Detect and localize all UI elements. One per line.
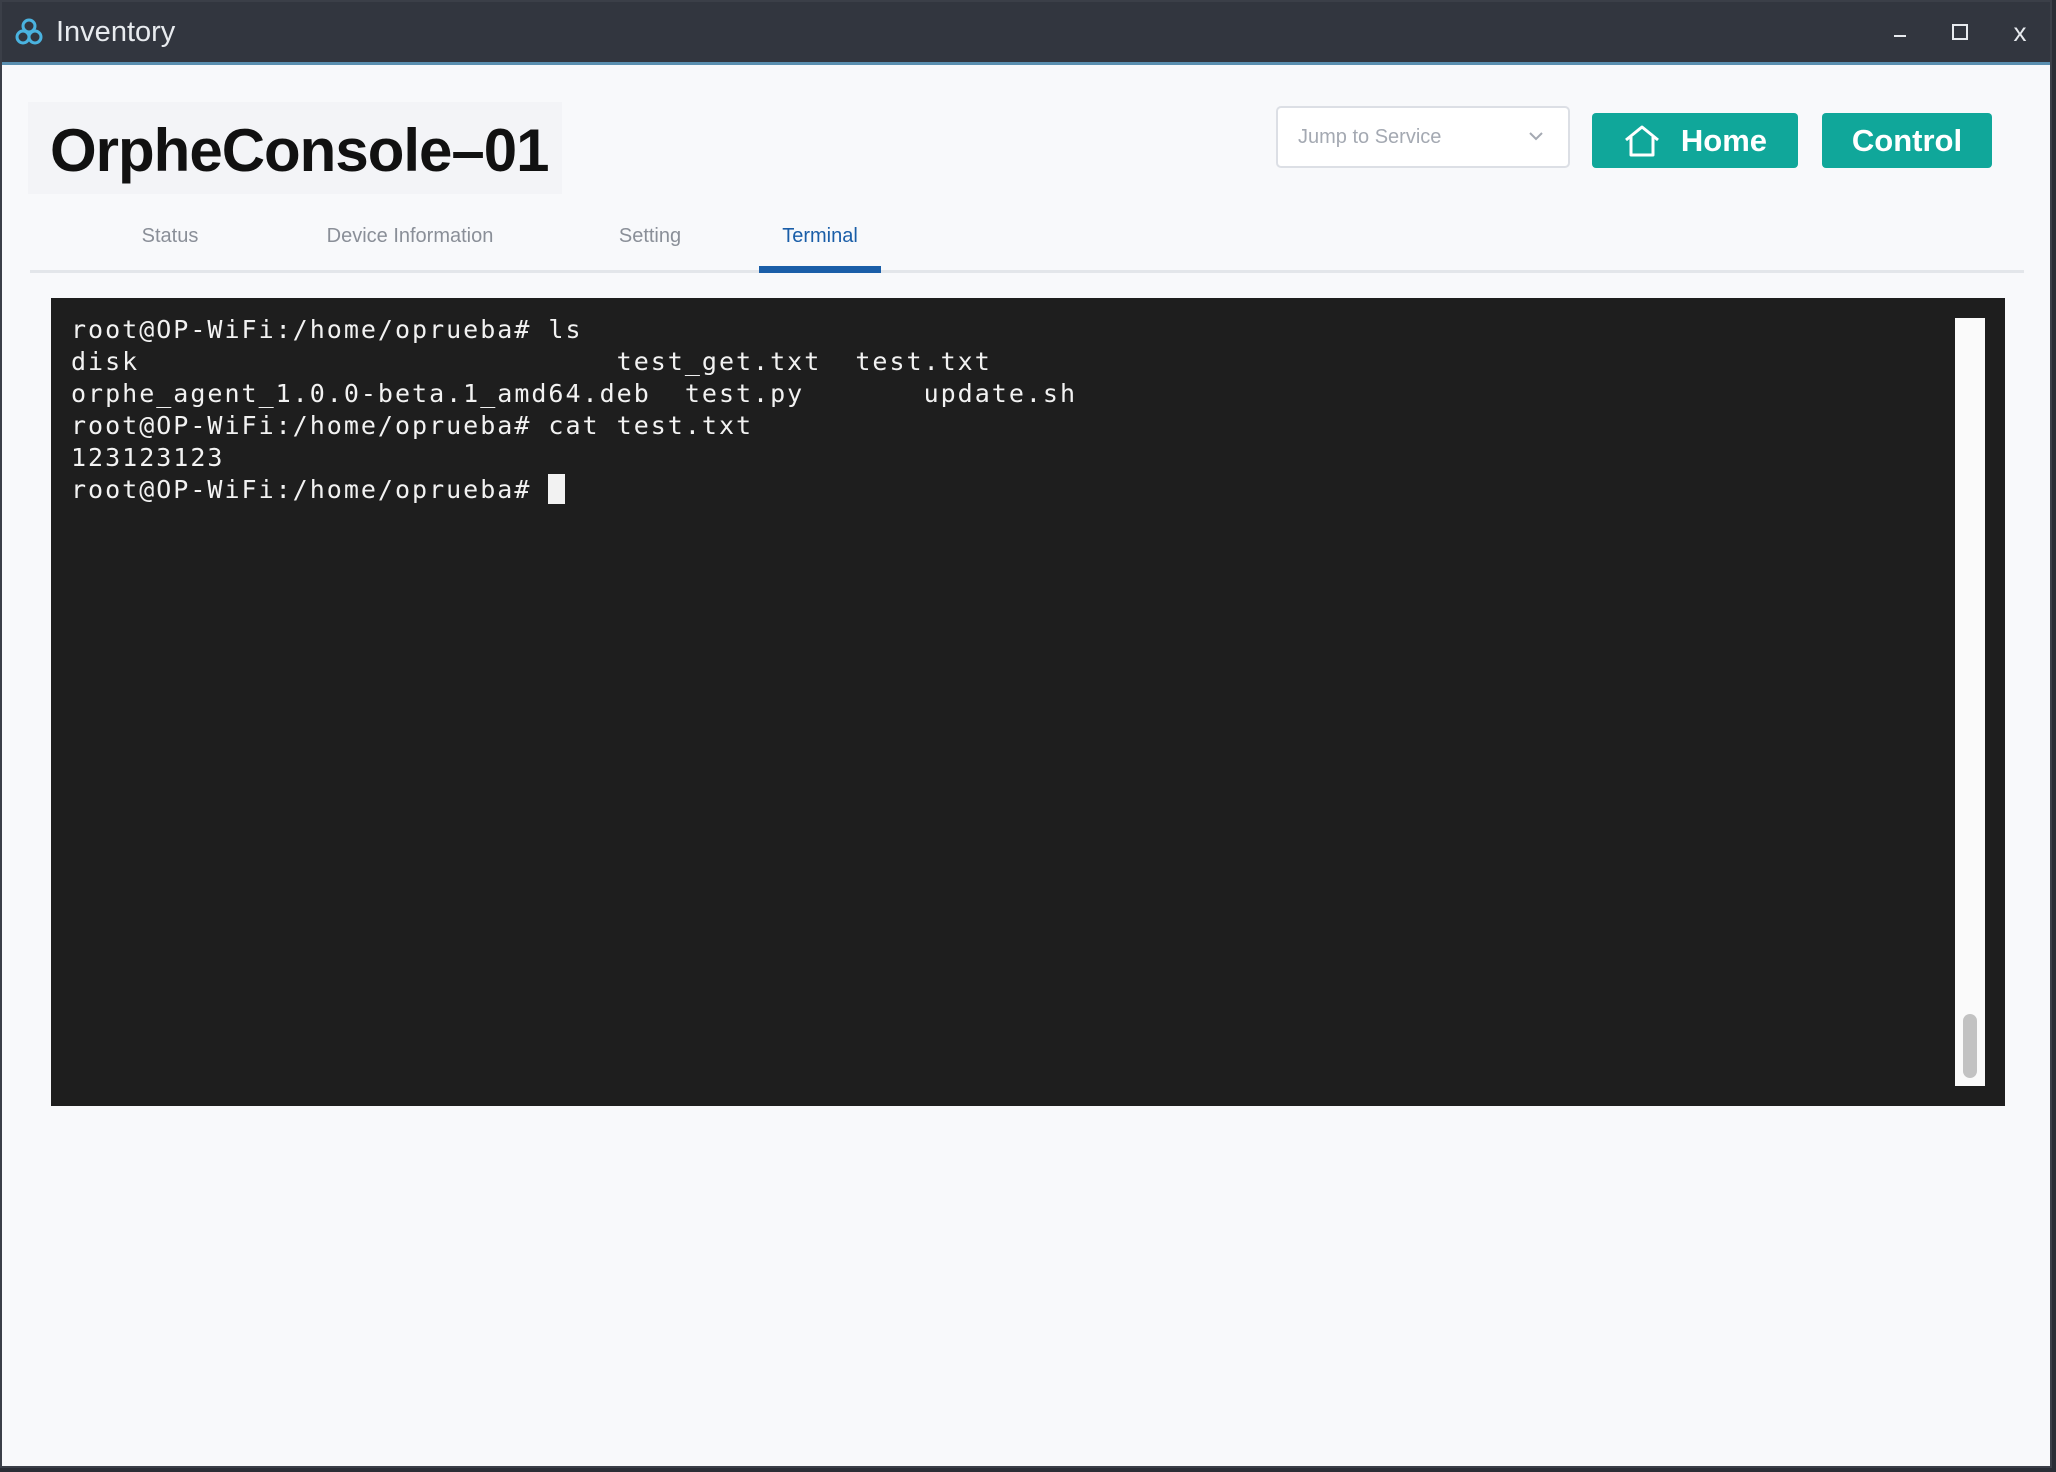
tab-device-information[interactable]: Device Information xyxy=(280,202,540,270)
window-controls: x xyxy=(1870,2,2050,62)
terminal-line: disk test_get.txt test.txt xyxy=(71,347,992,376)
tab-terminal[interactable]: Terminal xyxy=(759,202,881,273)
chevron-down-icon xyxy=(1529,132,1543,141)
close-button[interactable]: x xyxy=(1990,2,2050,62)
tab-setting[interactable]: Setting xyxy=(570,202,730,270)
minimize-button[interactable] xyxy=(1870,2,1930,62)
terminal-panel[interactable]: root@OP-WiFi:/home/oprueba# ls disk test… xyxy=(51,298,2005,1106)
app-window: Inventory x OrpheConsole–01 Jump to Serv… xyxy=(0,0,2052,1468)
app-title: Inventory xyxy=(56,15,176,48)
terminal-line: root@OP-WiFi:/home/oprueba# cat test.txt xyxy=(71,411,754,440)
home-button-label: Home xyxy=(1680,122,1768,158)
title-bar[interactable]: Inventory x xyxy=(2,2,2050,65)
control-button[interactable]: Control xyxy=(1822,113,1992,168)
device-title-box: OrpheConsole–01 xyxy=(28,102,562,194)
maximize-icon xyxy=(1952,24,1968,40)
jump-select-placeholder: Jump to Service xyxy=(1298,125,1442,148)
terminal-scrollbar[interactable] xyxy=(1955,318,1985,1086)
terminal-output: root@OP-WiFi:/home/oprueba# ls disk test… xyxy=(71,314,1077,506)
scrollbar-thumb[interactable] xyxy=(1963,1014,1977,1078)
page-title: OrpheConsole–01 xyxy=(50,117,549,184)
maximize-button[interactable] xyxy=(1930,2,1990,62)
terminal-line: orphe_agent_1.0.0-beta.1_amd64.deb test.… xyxy=(71,379,1078,408)
app-logo-icon xyxy=(15,18,43,45)
tab-status[interactable]: Status xyxy=(85,202,255,270)
tab-bar: Status Device Information Setting Termin… xyxy=(30,202,2024,273)
minimize-icon xyxy=(1894,35,1906,37)
jump-to-service-select[interactable]: Jump to Service xyxy=(1276,106,1570,168)
terminal-line: root@OP-WiFi:/home/oprueba# ls xyxy=(71,315,583,344)
terminal-prompt: root@OP-WiFi:/home/oprueba# xyxy=(71,475,549,504)
terminal-line: 123123123 xyxy=(71,443,225,472)
home-icon xyxy=(1624,125,1659,156)
terminal-cursor xyxy=(548,474,566,504)
home-button[interactable]: Home xyxy=(1592,113,1798,168)
